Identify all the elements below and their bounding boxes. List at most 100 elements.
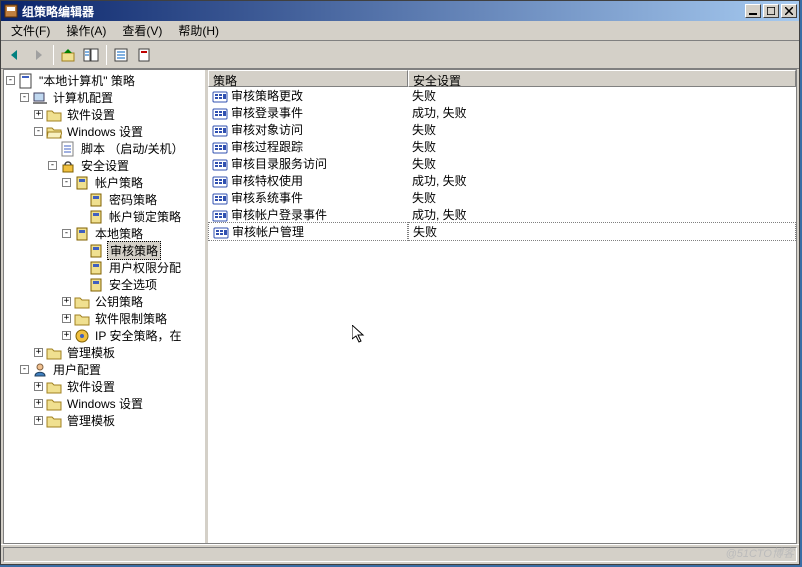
- list-row[interactable]: 审核目录服务访问失败: [208, 155, 796, 172]
- ipsec-icon: [74, 328, 90, 344]
- list-row[interactable]: 审核对象访问 失败: [208, 121, 796, 138]
- expand-icon[interactable]: +: [34, 399, 43, 408]
- tree-cc-pubkey[interactable]: + 公钥策略: [4, 293, 205, 310]
- tree-pane[interactable]: - "本地计算机" 策略 - 计算机配置 + 软件设置 -: [4, 70, 208, 543]
- policy-icon: [18, 73, 34, 89]
- policy-folder-icon: [74, 175, 90, 191]
- tree-cc-options[interactable]: 安全选项: [4, 276, 205, 293]
- policy-icon: [212, 105, 228, 121]
- list-cell-value: 成功, 失败: [412, 206, 467, 223]
- collapse-icon[interactable]: -: [20, 93, 29, 102]
- list-cell-value: 失败: [412, 155, 436, 172]
- expand-icon[interactable]: +: [62, 297, 71, 306]
- tree-uc-software[interactable]: + 软件设置: [4, 378, 205, 395]
- tree-cc-security[interactable]: - 安全设置: [4, 157, 205, 174]
- list-row[interactable]: 审核帐户登录事件成功, 失败: [208, 206, 796, 223]
- collapse-icon[interactable]: -: [48, 161, 57, 170]
- expand-icon[interactable]: +: [34, 348, 43, 357]
- tree-user-config[interactable]: - 用户配置: [4, 361, 205, 378]
- list-cell-value: 失败: [412, 189, 436, 206]
- script-icon: [60, 141, 76, 157]
- list-cell-name: 审核过程跟踪: [231, 138, 303, 155]
- statusbar: [1, 544, 799, 564]
- tree-root[interactable]: - "本地计算机" 策略: [4, 72, 205, 89]
- forward-button[interactable]: [27, 44, 49, 66]
- tree-cc-windows[interactable]: - Windows 设置: [4, 123, 205, 140]
- policy-icon: [212, 139, 228, 155]
- policy-folder-icon: [74, 226, 90, 242]
- list-cell-name: 审核特权使用: [231, 172, 303, 189]
- tree-cc-software[interactable]: + 软件设置: [4, 106, 205, 123]
- tree-cc-lockout[interactable]: 帐户锁定策略: [4, 208, 205, 225]
- toolbar: [1, 41, 799, 69]
- folder-icon: [46, 379, 62, 395]
- minimize-button[interactable]: [745, 4, 761, 18]
- expand-icon[interactable]: +: [62, 314, 71, 323]
- menu-file[interactable]: 文件(F): [3, 20, 58, 41]
- tree-cc-audit[interactable]: 审核策略: [4, 242, 205, 259]
- list-row[interactable]: 审核特权使用 成功, 失败: [208, 172, 796, 189]
- tree-cc-admin-tpl[interactable]: + 管理模板: [4, 344, 205, 361]
- list-row[interactable]: 审核策略更改 失败: [208, 87, 796, 104]
- tree-cc-swrestrict[interactable]: + 软件限制策略: [4, 310, 205, 327]
- expand-icon[interactable]: +: [62, 331, 71, 340]
- collapse-icon[interactable]: -: [34, 127, 43, 136]
- policy-icon: [212, 88, 228, 104]
- list-row[interactable]: 审核系统事件失败: [208, 189, 796, 206]
- close-button[interactable]: [781, 4, 797, 18]
- column-setting[interactable]: 安全设置: [408, 70, 796, 87]
- list-cell-value: 成功, 失败: [412, 104, 467, 121]
- show-tree-button[interactable]: [80, 44, 102, 66]
- tree-cc-script[interactable]: 脚本 （启动/关机）: [4, 140, 205, 157]
- list-header: 策略 安全设置: [208, 70, 796, 87]
- tree-computer-config[interactable]: - 计算机配置: [4, 89, 205, 106]
- collapse-icon[interactable]: -: [20, 365, 29, 374]
- list-cell-name: 审核对象访问: [231, 121, 303, 138]
- back-button[interactable]: [4, 44, 26, 66]
- user-icon: [32, 362, 48, 378]
- list-cell-value: 失败: [412, 87, 436, 104]
- list-cell-name: 审核帐户管理: [232, 223, 304, 240]
- policy-item-icon: [88, 277, 104, 293]
- list-row[interactable]: 审核登录事件成功, 失败: [208, 104, 796, 121]
- tree-cc-account-policy[interactable]: - 帐户策略: [4, 174, 205, 191]
- menu-view[interactable]: 查看(V): [114, 20, 170, 41]
- tree-uc-windows[interactable]: + Windows 设置: [4, 395, 205, 412]
- list-row[interactable]: 审核帐户管理失败: [208, 223, 796, 240]
- up-button[interactable]: [57, 44, 79, 66]
- folder-icon: [46, 413, 62, 429]
- folder-open-icon: [46, 124, 62, 140]
- collapse-icon[interactable]: -: [6, 76, 15, 85]
- collapse-icon[interactable]: -: [62, 229, 71, 238]
- folder-icon: [46, 107, 62, 123]
- titlebar: 组策略编辑器: [1, 1, 799, 21]
- tree-cc-rights[interactable]: 用户权限分配: [4, 259, 205, 276]
- list-row[interactable]: 审核过程跟踪 失败: [208, 138, 796, 155]
- column-policy[interactable]: 策略: [208, 70, 408, 87]
- collapse-icon[interactable]: -: [62, 178, 71, 187]
- maximize-button[interactable]: [763, 4, 779, 18]
- expand-icon[interactable]: +: [34, 416, 43, 425]
- menubar: 文件(F) 操作(A) 查看(V) 帮助(H): [1, 21, 799, 41]
- computer-icon: [32, 90, 48, 106]
- expand-icon[interactable]: +: [34, 110, 43, 119]
- list-cell-value: 失败: [412, 138, 436, 155]
- list-rows: 审核策略更改失败审核登录事件成功, 失败审核对象访问失败审核过程跟踪失败审核目录…: [208, 87, 796, 240]
- properties-button[interactable]: [133, 44, 155, 66]
- menu-help[interactable]: 帮助(H): [170, 20, 227, 41]
- tree-cc-password[interactable]: 密码策略: [4, 191, 205, 208]
- list-cell-value: 失败: [412, 121, 436, 138]
- list-cell-value: 成功, 失败: [412, 172, 467, 189]
- tree-uc-admin-tpl[interactable]: + 管理模板: [4, 412, 205, 429]
- list-pane[interactable]: 策略 安全设置 审核策略更改失败审核登录事件成功, 失败审核对象访问失败审核过程…: [208, 70, 796, 543]
- list-cell-name: 审核策略更改: [231, 87, 303, 104]
- refresh-button[interactable]: [110, 44, 132, 66]
- tree-cc-ipsec[interactable]: + IP 安全策略，在: [4, 327, 205, 344]
- policy-icon: [212, 173, 228, 189]
- menu-action[interactable]: 操作(A): [58, 20, 114, 41]
- gpedit-window: 组策略编辑器 文件(F) 操作(A) 查看(V) 帮助(H) -: [0, 0, 800, 565]
- tree-cc-local-policy[interactable]: - 本地策略: [4, 225, 205, 242]
- expand-icon[interactable]: +: [34, 382, 43, 391]
- policy-item-icon: [88, 243, 104, 259]
- policy-icon: [212, 156, 228, 172]
